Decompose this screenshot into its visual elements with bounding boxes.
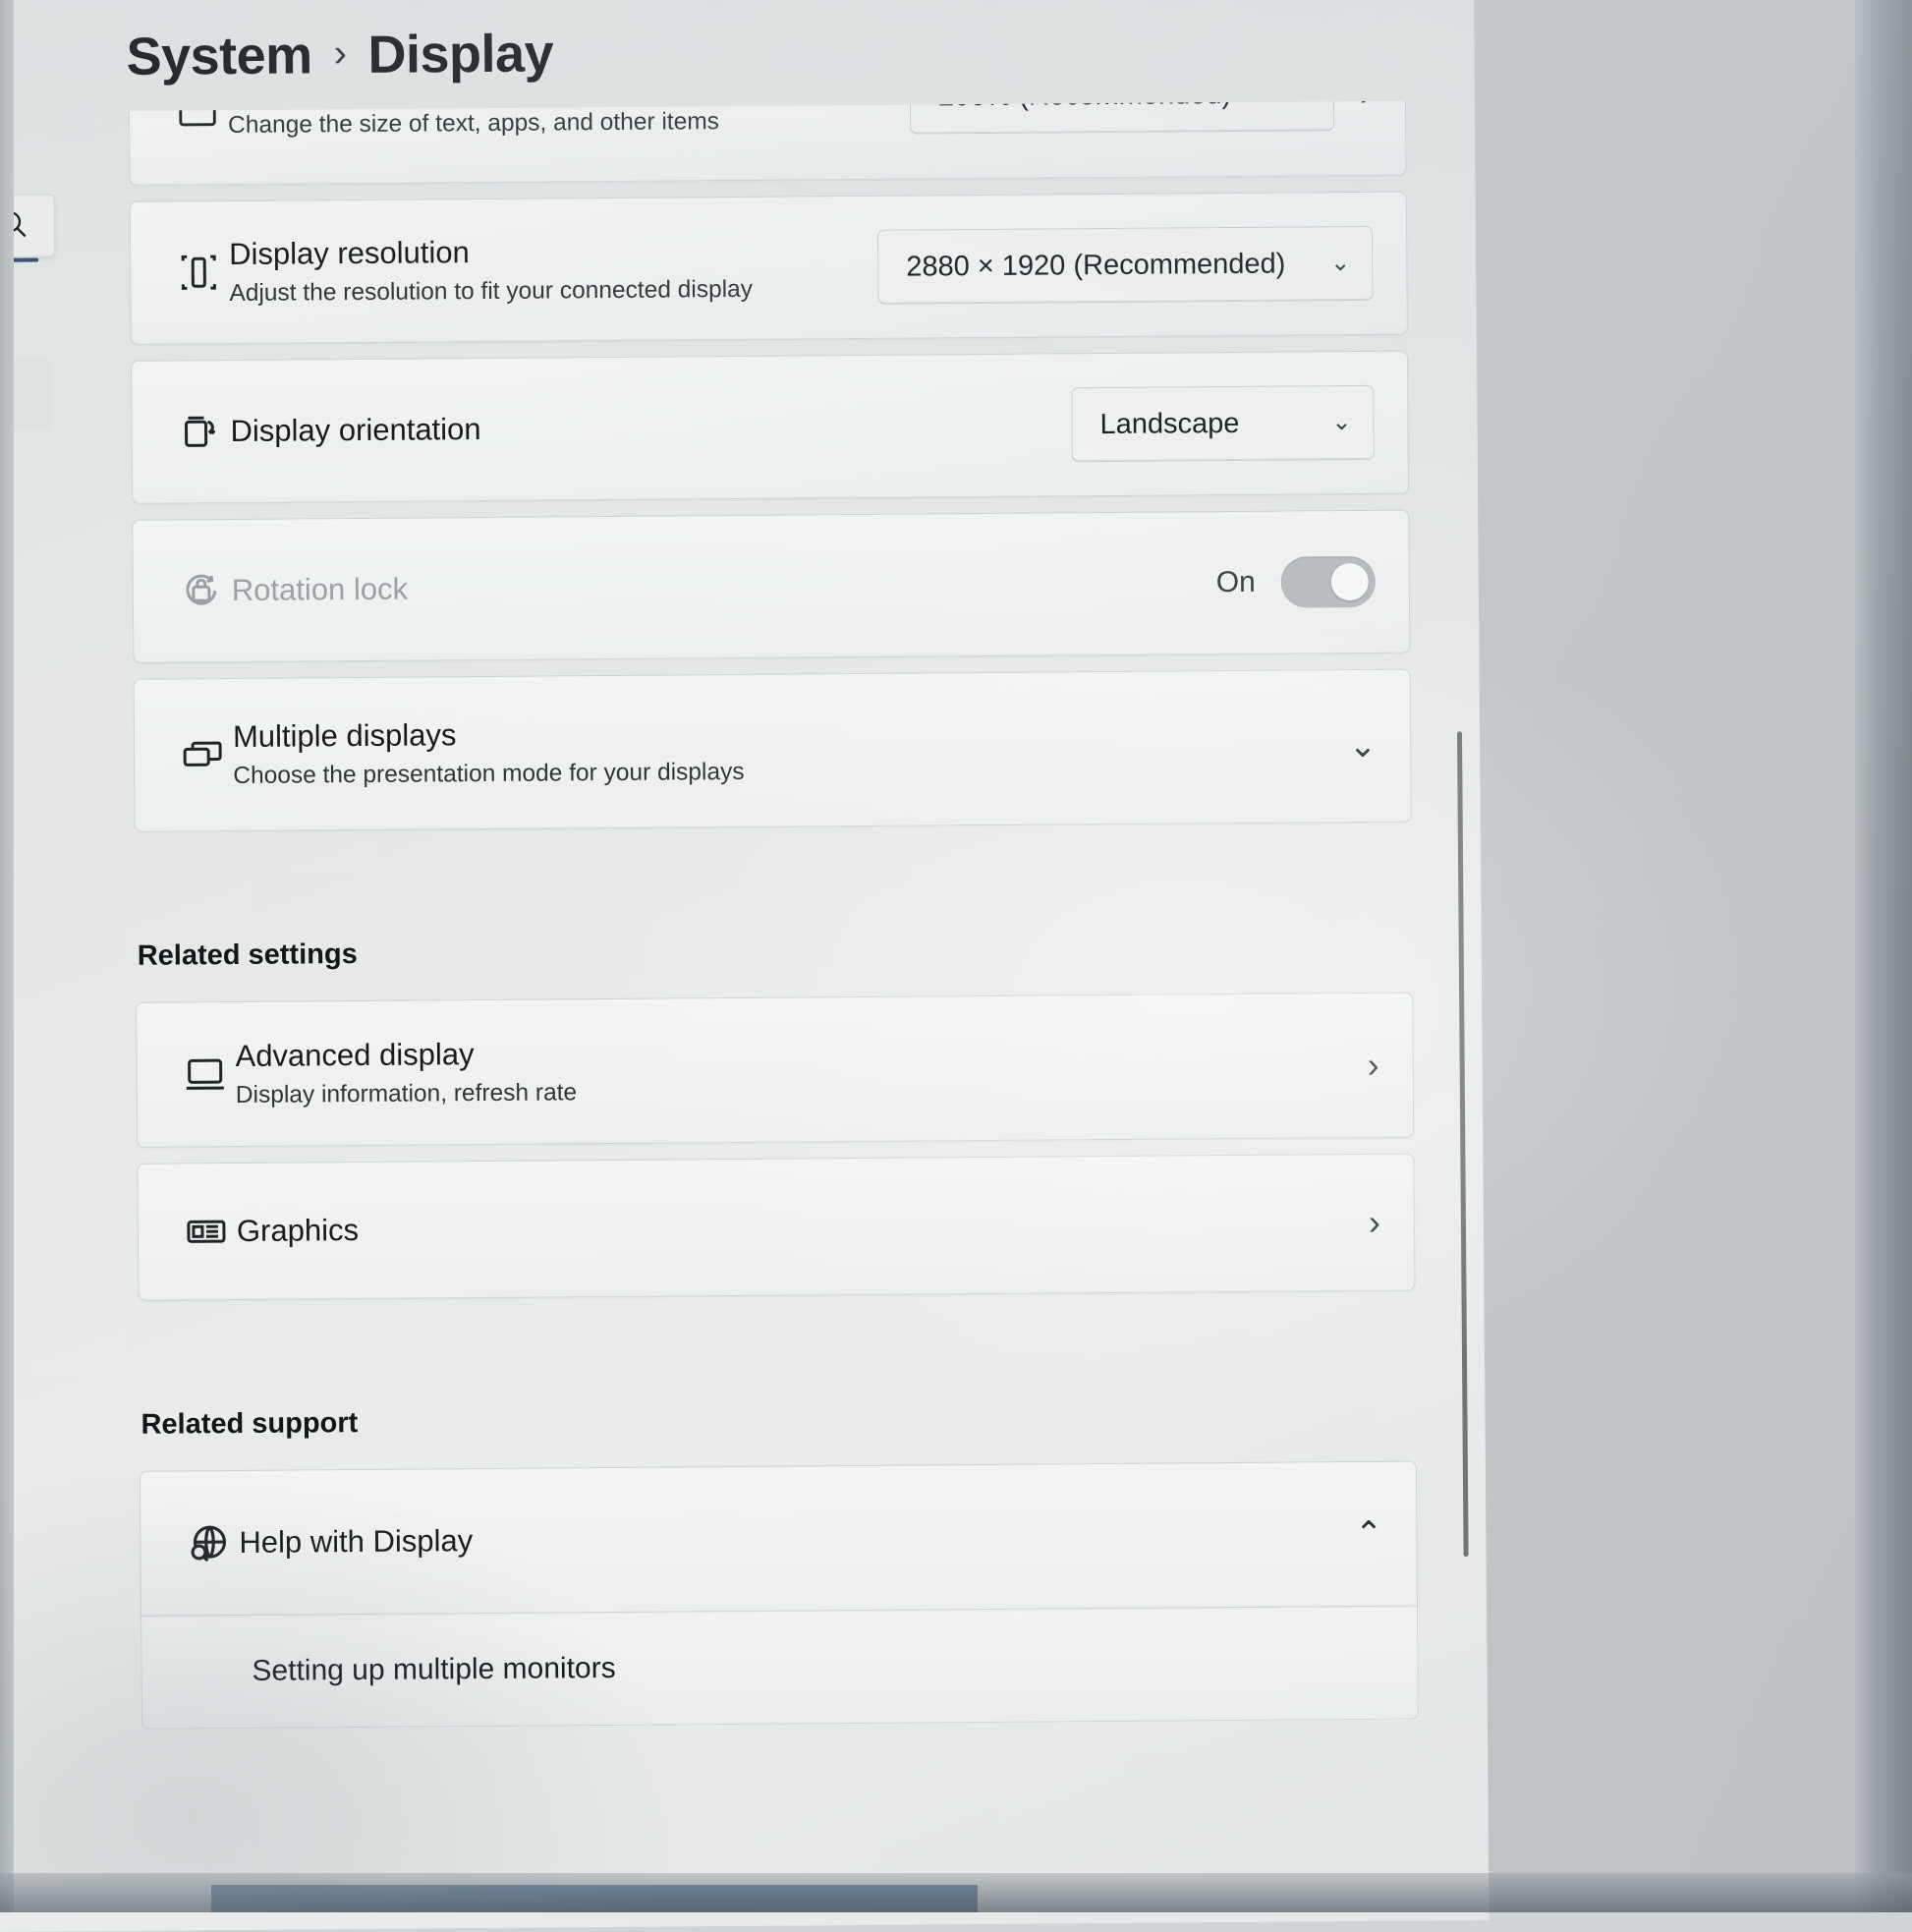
rotation-lock-toggle[interactable] [1280,555,1377,608]
graphics-controls: › [1369,1202,1380,1242]
display-resolution-dropdown[interactable]: 2880 × 1920 (Recommended) ⌄ [876,225,1374,305]
multiple-displays-controls: ⌄ [1348,727,1377,765]
scale-texts: Change the size of text, apps, and other… [228,101,910,142]
scale-expand-arrow-icon[interactable]: › [1360,101,1372,113]
display-orientation-title: Display orientation [230,412,481,449]
multiple-displays-texts: Multiple displays Choose the presentatio… [233,710,1349,792]
help-with-display-panel: Setting up multiple monitors [141,1606,1419,1730]
chevron-down-icon: ⌄ [1331,409,1352,436]
resolution-icon [168,249,229,296]
screen-bottom-edge [0,1873,1912,1912]
help-with-display-title: Help with Display [239,1523,474,1561]
multiple-displays-subtitle: Choose the presentation mode for your di… [233,758,745,789]
scale-dropdown[interactable]: 200% (Recommended) ⌄ [909,100,1335,135]
screen-left-edge [0,0,14,1912]
chevron-right-icon[interactable]: › [1369,1202,1380,1242]
monitor-bezel [1855,0,1912,1912]
multiple-displays-title: Multiple displays [232,716,457,754]
display-resolution-title: Display resolution [229,234,470,271]
display-resolution-value: 2880 × 1920 (Recommended) [906,248,1286,283]
advanced-display-title: Advanced display [235,1036,475,1073]
display-resolution-subtitle: Adjust the resolution to fit your connec… [229,275,754,307]
settings-content: System › Display Change the size of text… [0,0,1490,1932]
settings-row-advanced-display[interactable]: Advanced display Display information, re… [136,992,1415,1148]
settings-row-multiple-displays[interactable]: Multiple displays Choose the presentatio… [133,668,1412,832]
advanced-display-texts: Advanced display Display information, re… [235,1029,1368,1111]
scale-controls: 200% (Recommended) ⌄ › [909,100,1373,135]
display-orientation-controls: Landscape ⌄ [1071,384,1375,463]
toggle-knob [1330,562,1369,601]
help-with-display-texts: Help with Display [239,1515,1355,1561]
scale-dropdown-value: 200% (Recommended) [938,101,1231,113]
chevron-down-icon: ⌄ [1330,250,1351,277]
rotation-lock-controls: On [1215,555,1377,608]
settings-window: System › Display Change the size of text… [0,0,1490,1932]
scale-subtitle: Change the size of text, apps, and other… [228,108,720,140]
link-setting-up-multiple-monitors[interactable]: Setting up multiple monitors [252,1646,1383,1688]
settings-row-graphics[interactable]: Graphics › [137,1153,1416,1301]
multiple-displays-icon [172,731,233,778]
display-orientation-dropdown[interactable]: Landscape ⌄ [1071,384,1375,463]
advanced-display-subtitle: Display information, refresh rate [235,1079,578,1108]
help-with-display-controls: ⌃ [1355,1515,1383,1553]
settings-row-display-orientation[interactable]: Display orientation Landscape ⌄ [130,350,1410,504]
monitor-icon [175,1051,236,1098]
related-support-heading: Related support [141,1407,359,1441]
settings-row-help-with-display[interactable]: Help with Display ⌃ [139,1460,1418,1617]
chevron-up-icon[interactable]: ⌃ [1355,1515,1383,1553]
graphics-texts: Graphics [237,1204,1369,1249]
settings-row-display-resolution[interactable]: Display resolution Adjust the resolution… [129,191,1408,345]
chevron-down-icon: ⌄ [1292,101,1312,107]
scale-icon [167,100,228,139]
orientation-icon [169,408,230,455]
display-orientation-value: Landscape [1099,407,1240,440]
chevron-right-icon[interactable]: › [1368,1045,1379,1085]
chevron-down-icon[interactable]: ⌄ [1348,727,1377,765]
photographed-screen: System › Display Change the size of text… [0,0,1912,1932]
globe-help-icon [178,1518,239,1567]
settings-row-rotation-lock: Rotation lock On [132,509,1411,663]
display-resolution-controls: 2880 × 1920 (Recommended) ⌄ [876,225,1374,305]
rotation-lock-title: Rotation lock [231,572,409,608]
settings-cards: Change the size of text, apps, and other… [128,0,1419,1730]
related-settings-heading: Related settings [137,938,358,972]
settings-row-scale[interactable]: Change the size of text, apps, and other… [129,100,1407,186]
vertical-scrollbar[interactable] [1457,731,1469,1558]
rotation-lock-state-label: On [1215,565,1256,599]
display-resolution-texts: Display resolution Adjust the resolution… [229,230,878,309]
graphics-title: Graphics [236,1213,360,1249]
display-orientation-texts: Display orientation [230,407,1071,450]
rotation-lock-icon [171,567,232,614]
graphics-card-icon [176,1208,237,1255]
advanced-display-controls: › [1368,1045,1379,1085]
rotation-lock-texts: Rotation lock [232,565,1216,609]
